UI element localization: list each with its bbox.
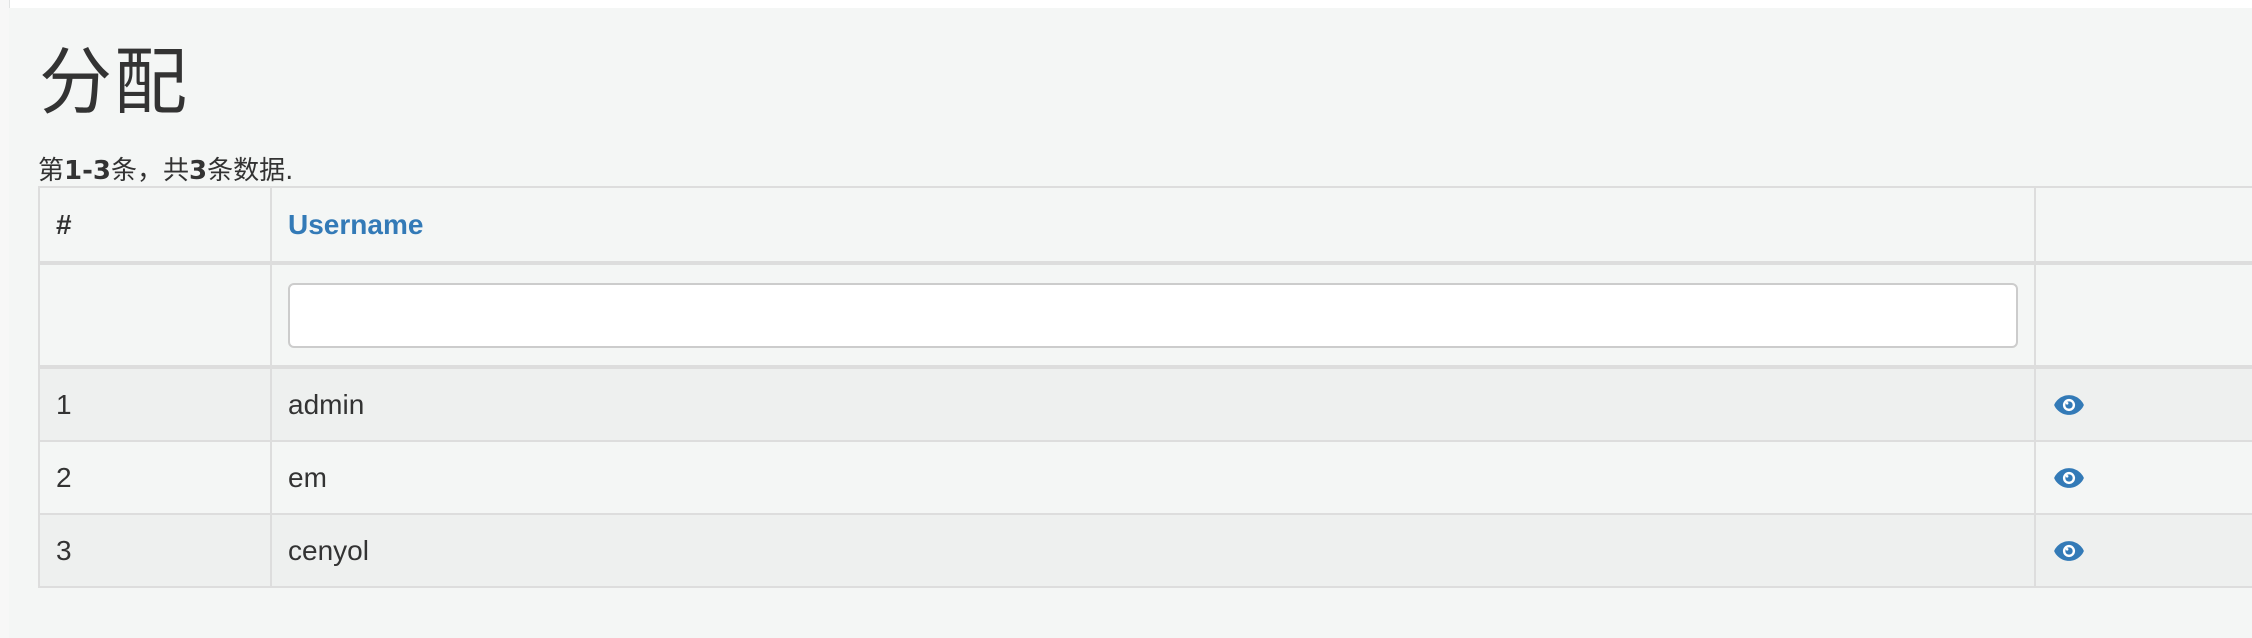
row-username: em: [270, 440, 2036, 515]
users-grid: # Username 1 admin 2 em 3 cenyol: [38, 186, 2252, 588]
filter-row: [38, 262, 2252, 369]
summary-range: 1-3: [64, 156, 111, 186]
header-row: # Username: [38, 186, 2252, 265]
main-content: 分配 第1-3条，共3条数据. # Username 1 admin 2 em …: [9, 8, 2252, 638]
row-number: 1: [38, 366, 272, 442]
row-actions: [2034, 440, 2252, 515]
eye-icon: [2054, 467, 2084, 488]
filter-cell-actions: [2034, 262, 2252, 369]
username-filter-input[interactable]: [288, 282, 2018, 348]
table-row: 3 cenyol: [38, 513, 2252, 588]
row-actions: [2034, 366, 2252, 442]
row-actions: [2034, 513, 2252, 588]
page-title: 分配: [39, 40, 189, 125]
view-button[interactable]: [2052, 534, 2086, 568]
eye-icon: [2054, 540, 2084, 561]
view-button[interactable]: [2052, 461, 2086, 495]
row-username: admin: [270, 366, 2036, 442]
column-header-number: #: [38, 186, 272, 265]
view-button[interactable]: [2052, 388, 2086, 422]
column-header-username: Username: [270, 186, 2036, 265]
sort-username-link[interactable]: Username: [288, 209, 423, 240]
row-number: 3: [38, 513, 272, 588]
eye-icon: [2054, 394, 2084, 415]
row-number: 2: [38, 440, 272, 515]
table-row: 1 admin: [38, 366, 2252, 442]
column-header-actions: [2034, 186, 2252, 265]
filter-cell-username: [270, 262, 2036, 369]
grid-summary: 第1-3条，共3条数据.: [38, 156, 293, 187]
summary-mid: 条，共: [111, 156, 190, 186]
table-row: 2 em: [38, 440, 2252, 515]
summary-total: 3: [189, 156, 208, 186]
summary-prefix: 第: [38, 156, 65, 186]
summary-suffix: 条数据.: [207, 156, 294, 186]
row-username: cenyol: [270, 513, 2036, 588]
filter-cell-number: [38, 262, 272, 369]
